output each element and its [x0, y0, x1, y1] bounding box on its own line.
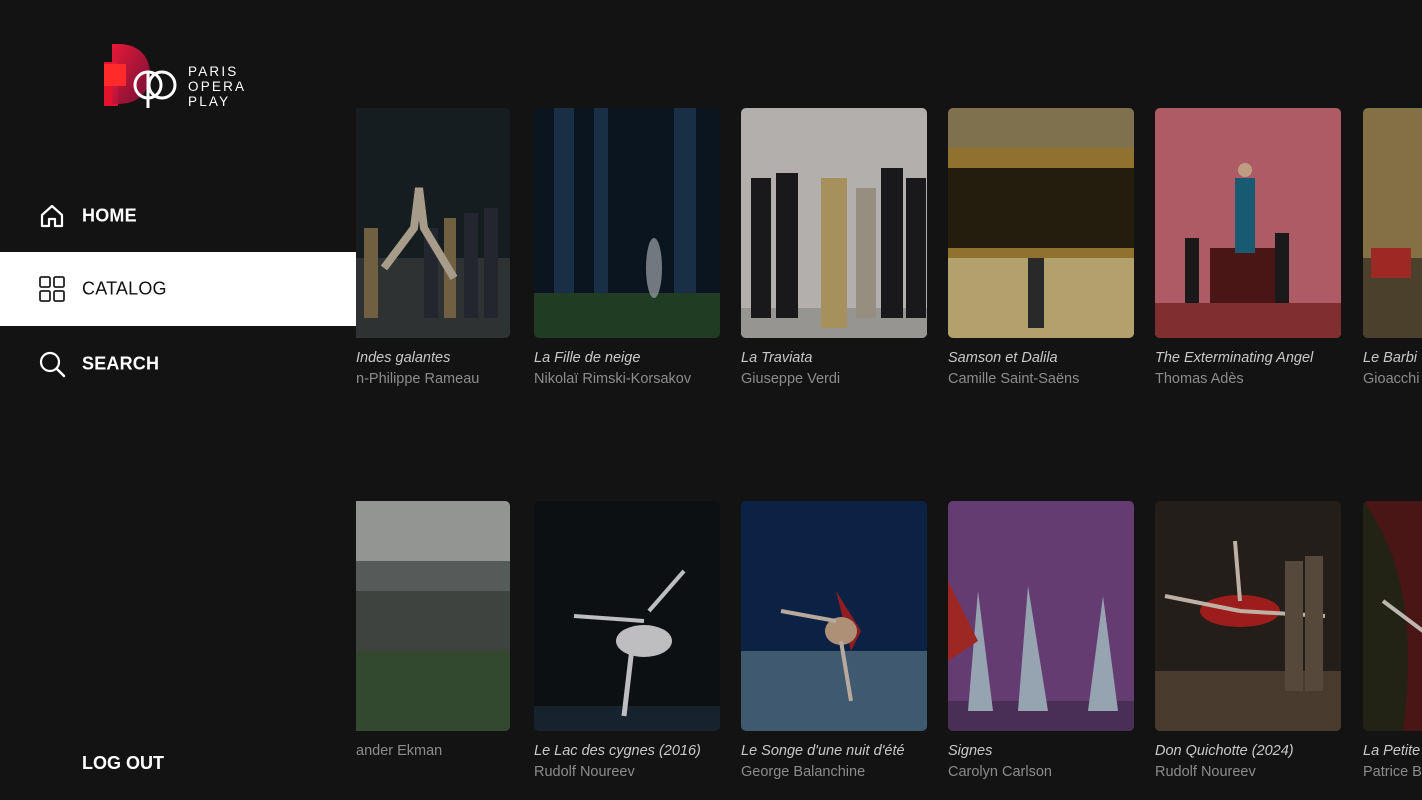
catalog-card[interactable]: Samson et Dalila Camille Saint-Saëns: [948, 108, 1134, 387]
thumbnail-image: [741, 501, 927, 731]
card-title: La Petite: [1363, 743, 1421, 759]
card-subtitle: Rudolf Noureev: [1155, 764, 1256, 780]
catalog-grid: Indes galantes n-Philippe Rameau La Fill…: [356, 0, 1422, 800]
card-title: Don Quichotte (2024): [1155, 743, 1294, 759]
catalog-card[interactable]: Indes galantes n-Philippe Rameau: [356, 108, 510, 387]
catalog-card[interactable]: La Petite Patrice B: [1363, 501, 1422, 780]
logo-text-paris: PARIS: [188, 64, 239, 79]
catalog-row: Indes galantes n-Philippe Rameau La Fill…: [356, 108, 1422, 408]
thumbnail-image: [356, 501, 510, 731]
card-subtitle: George Balanchine: [741, 764, 866, 780]
card-subtitle: Nikolaï Rimski-Korsakov: [534, 371, 692, 387]
card-title: La Traviata: [741, 350, 813, 366]
catalog-card[interactable]: Don Quichotte (2024) Rudolf Noureev: [1155, 501, 1341, 780]
thumbnail-image: [948, 108, 1134, 338]
nav-home-label: HOME: [82, 205, 137, 226]
thumbnail-image: [1363, 108, 1422, 338]
thumbnail-image: [741, 108, 927, 338]
logo-mark-icon: [104, 44, 177, 108]
thumbnail-image: [534, 501, 720, 731]
catalog-card[interactable]: Le Lac des cygnes (2016) Rudolf Noureev: [534, 501, 720, 780]
card-subtitle: Patrice B: [1363, 764, 1422, 780]
card-subtitle: Giuseppe Verdi: [741, 371, 841, 387]
thumbnail-image: [534, 108, 720, 338]
nav-item-catalog[interactable]: CATALOG: [0, 252, 356, 326]
thumbnail-image: [1363, 501, 1422, 731]
catalog-card[interactable]: Le Barbi Gioacchi: [1363, 108, 1422, 387]
card-title: Signes: [948, 743, 993, 759]
catalog-card[interactable]: The Exterminating Angel Thomas Adès: [1155, 108, 1341, 387]
thumbnail-image: [1155, 108, 1341, 338]
catalog-card[interactable]: ander Ekman: [356, 501, 510, 759]
logout-button[interactable]: LOG OUT: [82, 753, 164, 774]
catalog-card[interactable]: La Traviata Giuseppe Verdi: [741, 108, 927, 387]
catalog-card[interactable]: Signes Carolyn Carlson: [948, 501, 1134, 780]
card-title: Le Lac des cygnes (2016): [534, 743, 701, 759]
paris-opera-play-logo: PARIS OPERA PLAY: [104, 44, 254, 110]
catalog-card[interactable]: La Fille de neige Nikolaï Rimski-Korsako…: [534, 108, 720, 387]
card-subtitle: ander Ekman: [356, 743, 443, 759]
nav-item-home[interactable]: HOME: [0, 179, 356, 253]
card-title: The Exterminating Angel: [1155, 350, 1314, 366]
card-subtitle: Camille Saint-Saëns: [948, 371, 1080, 387]
sidebar: PARIS OPERA PLAY HOME CATALOG SEARCH LOG…: [0, 0, 356, 800]
catalog-row: ander Ekman Le Lac des cygnes (2016) Rud…: [356, 501, 1422, 800]
grid-icon: [38, 275, 66, 303]
card-subtitle: Carolyn Carlson: [948, 764, 1052, 780]
card-subtitle: Gioacchi: [1363, 371, 1420, 387]
thumbnail-image: [1155, 501, 1341, 731]
card-title: Indes galantes: [356, 350, 451, 366]
logo-text-opera: OPERA: [188, 79, 247, 94]
nav-catalog-label: CATALOG: [82, 278, 167, 299]
card-subtitle: n-Philippe Rameau: [356, 371, 480, 387]
card-title: La Fille de neige: [534, 350, 641, 366]
card-title: Samson et Dalila: [948, 350, 1058, 366]
card-title: Le Barbi: [1363, 350, 1418, 366]
nav-search-label: SEARCH: [82, 353, 160, 374]
search-icon: [38, 350, 66, 378]
card-subtitle: Rudolf Noureev: [534, 764, 635, 780]
card-title: Le Songe d'une nuit d'été: [741, 743, 905, 759]
thumbnail-image: [356, 108, 510, 338]
nav-item-search[interactable]: SEARCH: [0, 327, 356, 401]
home-icon: [38, 202, 66, 230]
catalog-card[interactable]: Le Songe d'une nuit d'été George Balanch…: [741, 501, 927, 780]
logo-text-play: PLAY: [188, 94, 231, 109]
card-subtitle: Thomas Adès: [1155, 371, 1244, 387]
thumbnail-image: [948, 501, 1134, 731]
